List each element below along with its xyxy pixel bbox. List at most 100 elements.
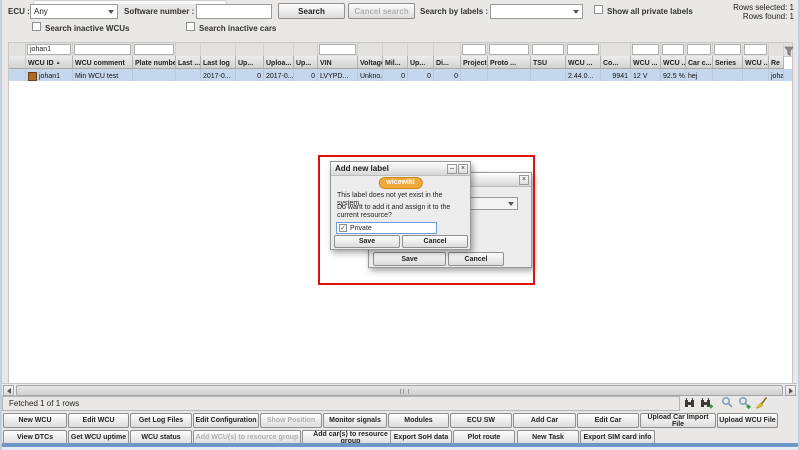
column-control-button[interactable] [784, 43, 796, 56]
column-header[interactable]: WCU ID▲ [26, 56, 73, 69]
column-header[interactable]: Up... [236, 56, 264, 69]
close-icon[interactable]: × [519, 175, 529, 185]
sort-ascending-icon: ▲ [56, 60, 61, 66]
ecu-select[interactable]: Any [30, 4, 118, 19]
action-button-new-wcu[interactable]: New WCU [3, 413, 67, 428]
column-header[interactable]: WCU ... [631, 56, 661, 69]
close-icon[interactable]: × [458, 164, 468, 174]
column-header[interactable]: WCU comment [73, 56, 133, 69]
column-filter-input[interactable] [744, 44, 767, 55]
column-header[interactable]: Up... [408, 56, 434, 69]
action-button-edit-car[interactable]: Edit Car [577, 413, 639, 428]
table-cell: 2017-0... [201, 69, 236, 81]
column-header[interactable]: Co... [601, 56, 631, 69]
column-header[interactable]: WCU ... [566, 56, 601, 69]
column-header[interactable]: Plate number [133, 56, 176, 69]
table-row[interactable]: johan1Min WCU test2017-0...02017-0...0LV… [9, 69, 792, 81]
column-header-label: WCU comment [75, 60, 125, 67]
action-button-edit-configuration[interactable]: Edit Configuration [193, 413, 259, 428]
action-button-modules[interactable]: Modules [388, 413, 449, 428]
column-header-label: Up... [238, 60, 253, 67]
add-new-label-titlebar[interactable]: Add new label – × [331, 162, 470, 176]
column-header[interactable]: Di... [434, 56, 461, 69]
status-text: Fetched 1 of 1 rows [9, 399, 79, 408]
column-filter-input[interactable]: johan1 [27, 44, 71, 55]
scroll-right-button[interactable] [785, 385, 796, 396]
search-by-labels-select[interactable] [490, 4, 583, 19]
column-filter-input[interactable] [489, 44, 529, 55]
find-add-icon[interactable] [700, 396, 713, 414]
cell-value: 12 V [633, 73, 647, 80]
column-header-label: Proto ... [490, 60, 516, 67]
column-header-label: Co... [603, 60, 618, 67]
checkbox-checked-icon[interactable]: ✓ [339, 224, 347, 232]
column-header[interactable]: VIN [318, 56, 358, 69]
rows-found-text: Rows found: 1 [743, 12, 794, 21]
zoom-icon[interactable] [721, 396, 734, 414]
filter-cell [318, 43, 358, 56]
add-new-label-dialog: Add new label – × wicewiki This label do… [330, 161, 471, 250]
private-checkbox-field[interactable]: ✓ Private [336, 222, 437, 234]
search-inactive-wcus-checkbox[interactable] [32, 22, 41, 31]
column-header[interactable]: Voltage [358, 56, 383, 69]
column-filter-input[interactable] [462, 44, 486, 55]
column-header[interactable]: Project [461, 56, 488, 69]
column-filter-input[interactable] [134, 44, 174, 55]
search-inactive-cars-checkbox[interactable] [186, 22, 195, 31]
table-cell: 0 [408, 69, 434, 81]
column-header[interactable]: Car c... [686, 56, 713, 69]
table-header-row: WCU ID▲WCU comment Plate numberLast ...La… [9, 56, 792, 69]
column-header[interactable]: Last ... [176, 56, 201, 69]
column-filter-input[interactable] [714, 44, 741, 55]
action-button-upload-wcu-file[interactable]: Upload WCU File [717, 413, 778, 428]
minimize-icon[interactable]: – [447, 164, 457, 174]
action-button-add-car[interactable]: Add Car [513, 413, 576, 428]
column-filter-input[interactable] [662, 44, 684, 55]
back-save-button[interactable]: Save [373, 252, 446, 266]
column-filter-input[interactable] [687, 44, 711, 55]
column-header[interactable]: Last log [201, 56, 236, 69]
action-button-upload-car-import-file[interactable]: Upload Car Import File [640, 413, 716, 428]
show-all-private-labels-checkbox[interactable] [594, 5, 603, 14]
column-header[interactable]: Series [713, 56, 743, 69]
scroll-left-button[interactable] [3, 385, 14, 396]
column-header[interactable]: Re▲ [769, 56, 784, 69]
back-cancel-button[interactable]: Cancel [448, 252, 504, 266]
column-header[interactable]: Mil... [383, 56, 408, 69]
column-header[interactable]: Proto ... [488, 56, 531, 69]
scrollbar-thumb[interactable] [16, 385, 783, 396]
column-filter-input[interactable] [74, 44, 131, 55]
column-header[interactable]: TSU [531, 56, 566, 69]
column-header[interactable]: WCU ... [661, 56, 686, 69]
software-number-input[interactable] [196, 4, 272, 19]
action-button-monitor-signals[interactable]: Monitor signals [323, 413, 387, 428]
scrollbar-grip-icon [400, 389, 409, 394]
save-button[interactable]: Save [334, 235, 400, 248]
search-button[interactable]: Search [278, 3, 345, 19]
column-filter-input[interactable] [532, 44, 564, 55]
column-header[interactable]: Uploa... [264, 56, 294, 69]
cancel-button[interactable]: Cancel [402, 235, 468, 248]
chevron-down-icon [108, 10, 114, 14]
zoom-add-icon[interactable] [738, 396, 751, 414]
filter-cell [686, 43, 713, 56]
column-filter-input[interactable] [319, 44, 356, 55]
column-header[interactable]: WCU ... [743, 56, 769, 69]
table-cell: LVYPD... [318, 69, 358, 81]
filter-cell [434, 43, 461, 56]
action-button-edit-wcu[interactable]: Edit WCU [68, 413, 129, 428]
column-filter-input[interactable] [567, 44, 599, 55]
chevron-down-icon [508, 202, 514, 206]
column-header[interactable]: Up... [294, 56, 318, 69]
column-filter-input[interactable] [632, 44, 659, 55]
table-cell [743, 69, 769, 81]
table-cell [713, 69, 743, 81]
action-button-get-log-files[interactable]: Get Log Files [130, 413, 192, 428]
clean-icon[interactable] [755, 396, 768, 414]
action-button-ecu-sw[interactable]: ECU SW [450, 413, 512, 428]
table-cell: johan_ [769, 69, 784, 81]
horizontal-scrollbar[interactable] [2, 383, 797, 396]
find-icon[interactable] [683, 396, 696, 414]
column-header-label: Plate number [135, 60, 176, 67]
column-header-label: Car c... [688, 60, 711, 67]
